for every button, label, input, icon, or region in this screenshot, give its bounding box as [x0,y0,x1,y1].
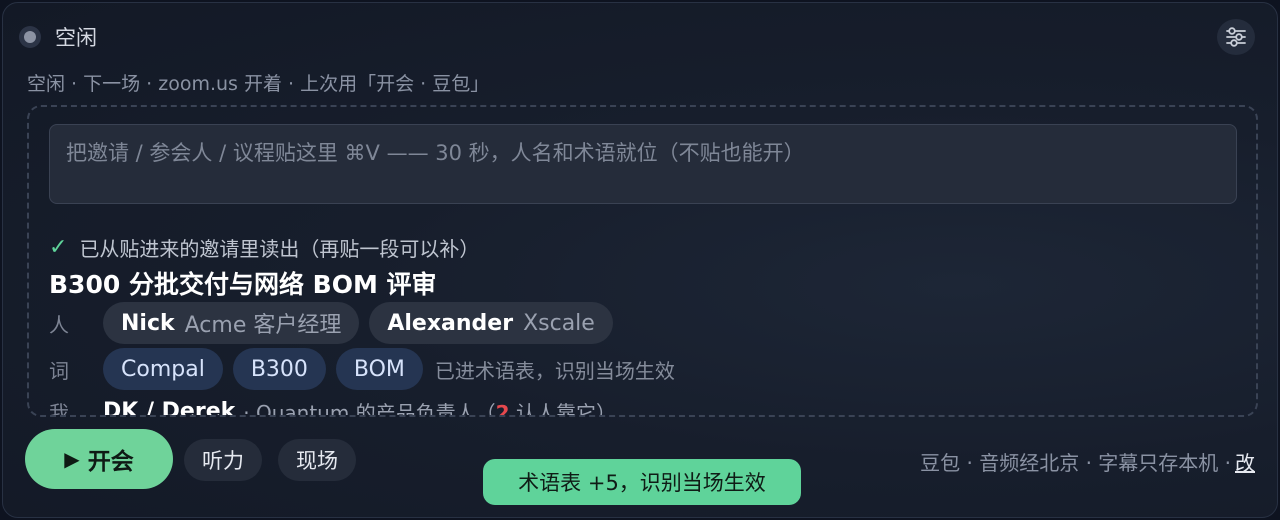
meeting-assistant-window: 空闲 空闲 · 下一场 · zoom.us 开着 · 上次用「开会 · 豆包」 … [2,2,1278,518]
person-role: Acme 客户经理 [184,313,342,338]
terms-note: 已进术语表，识别当场生效 [434,358,675,383]
me-desc-prefix: · Quantum 的产品负责人（ [243,401,496,417]
parsed-notice: ✓ 已从贴进来的邀请里读出（再贴一段可以补） [49,233,479,262]
terms-row: 词 Compal B300 BOM 已进术语表，识别当场生效 [49,348,675,390]
play-icon: ▶ [64,447,80,471]
start-meeting-button[interactable]: ▶ 开会 [25,429,173,489]
meeting-title: B300 分批交付与网络 BOM 评审 [49,270,437,299]
start-meeting-label: 开会 [87,449,134,475]
parsed-notice-text: 已从贴进来的邀请里读出（再贴一段可以补） [79,237,480,261]
term-chip[interactable]: Compal [103,348,223,390]
paste-input[interactable]: 把邀请 / 参会人 / 议程贴这里 ⌘V —— 30 秒，人名和术语就位（不贴也… [49,124,1237,204]
person-chip[interactable]: Alexander Xscale [369,302,613,344]
me-row: 我 DK / Derek · Quantum 的产品负责人（2 认人靠它） [49,397,616,417]
status-label: 空闲 [55,26,97,50]
settings-button[interactable] [1217,19,1255,55]
person-name: Alexander [387,310,514,336]
term-chip[interactable]: B300 [232,348,326,390]
edit-link[interactable]: 改 [1235,447,1255,476]
status-indicator: 空闲 [19,23,97,51]
onsite-mode-button[interactable]: 现场 [278,439,356,481]
footer-info-text: 豆包 · 音频经北京 · 字幕只存本机 · [920,451,1231,475]
people-label: 人 [49,312,69,337]
sliders-icon [1226,27,1246,47]
listen-mode-button[interactable]: 听力 [184,439,262,481]
me-desc-suffix: 认人靠它） [509,401,616,417]
person-chip[interactable]: Nick Acme 客户经理 [103,302,360,344]
me-label: 我 [49,401,69,417]
people-row: 人 Nick Acme 客户经理 Alexander Xscale [49,302,623,344]
me-description: · Quantum 的产品负责人（2 认人靠它） [243,397,616,417]
glossary-toast: 术语表 +5，识别当场生效 [483,459,801,505]
footer-info: 豆包 · 音频经北京 · 字幕只存本机 · 改 [920,447,1255,476]
check-icon: ✓ [49,235,68,260]
status-dot-icon [19,26,41,48]
term-chip[interactable]: BOM [335,348,423,390]
session-subtitle: 空闲 · 下一场 · zoom.us 开着 · 上次用「开会 · 豆包」 [27,73,490,95]
me-name: DK / Derek [103,399,236,417]
me-count: 2 [495,401,510,417]
person-name: Nick [121,310,175,336]
person-role: Xscale [523,310,595,336]
invite-drop-zone[interactable]: 把邀请 / 参会人 / 议程贴这里 ⌘V —— 30 秒，人名和术语就位（不贴也… [27,105,1258,417]
terms-label: 词 [49,358,69,383]
